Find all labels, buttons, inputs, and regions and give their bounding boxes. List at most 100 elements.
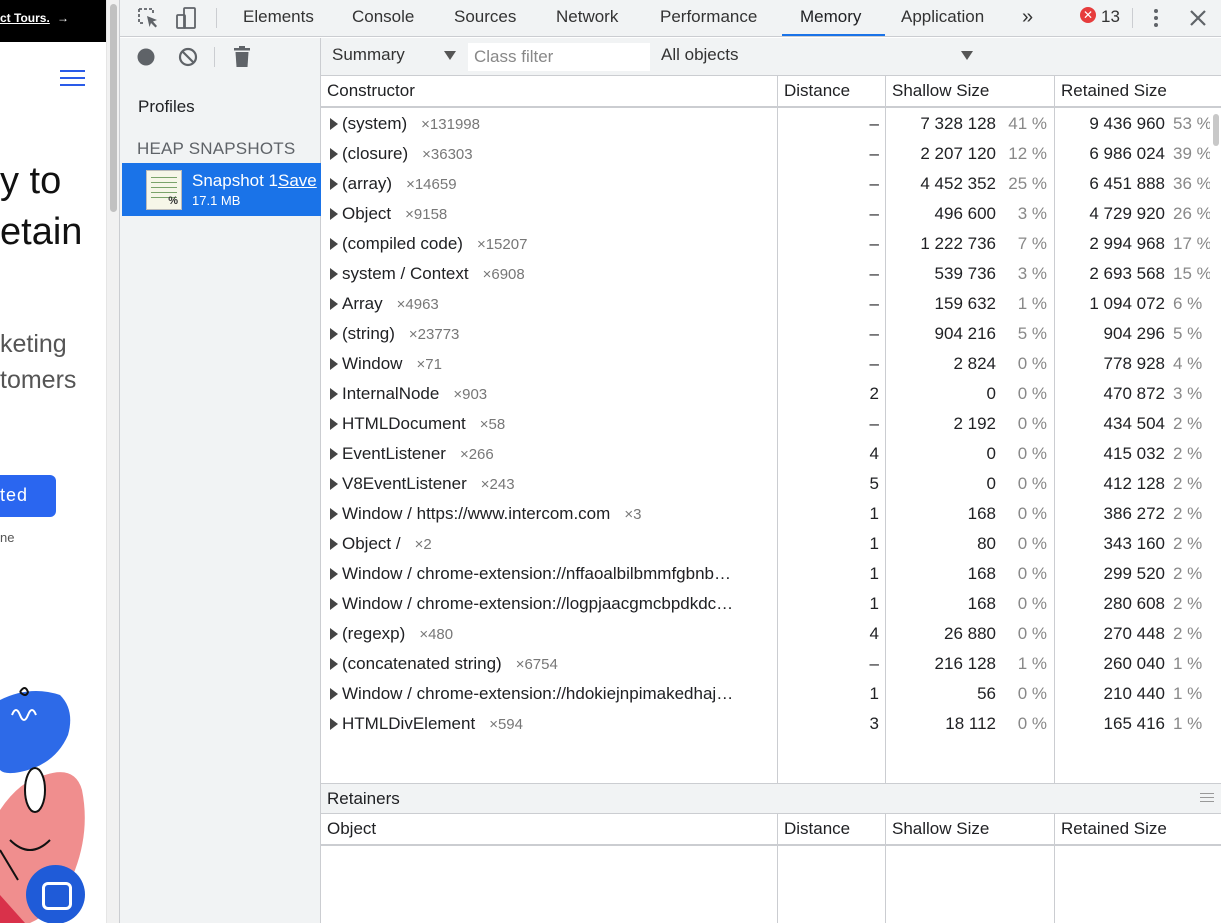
table-row[interactable]: (concatenated string) ×6754 – 216 128 1 % 260… (321, 649, 1211, 679)
table-row[interactable]: Window / chrome-extension://hdokiejnpima… (321, 679, 1211, 709)
table-row[interactable]: Object ×9158–496 600 3 % 4 729 920 26 % (321, 199, 1212, 229)
page-scrollbar[interactable] (106, 0, 119, 923)
resize-handle-icon[interactable] (1200, 793, 1214, 805)
expand-triangle-icon[interactable] (330, 388, 338, 400)
shallow-size-percent: 1 % (1017, 654, 1047, 673)
header-distance[interactable]: Distance (778, 814, 886, 844)
device-toolbar-icon[interactable] (174, 6, 198, 30)
close-icon[interactable] (1186, 6, 1210, 30)
clear-icon[interactable] (178, 47, 198, 67)
header-object[interactable]: Object (321, 814, 778, 844)
header-distance[interactable]: Distance (778, 76, 886, 106)
error-count[interactable]: 13 (1101, 0, 1120, 34)
expand-triangle-icon[interactable] (330, 628, 338, 640)
tab-network[interactable]: Network (556, 0, 618, 36)
hamburger-menu-icon[interactable] (60, 70, 85, 86)
snapshot-icon: % (146, 170, 182, 210)
table-row[interactable]: (system) ×131998–7 328 128 41 % 9 436 960 53… (321, 109, 1212, 139)
expand-triangle-icon[interactable] (330, 448, 338, 460)
expand-triangle-icon[interactable] (330, 568, 338, 580)
expand-triangle-icon[interactable] (330, 718, 338, 730)
chat-launcher-button[interactable] (26, 865, 85, 923)
shallow-size-value: 0 (986, 444, 996, 463)
expand-triangle-icon[interactable] (330, 208, 338, 220)
table-row[interactable]: Window / chrome-extension://nffaoalbilbm… (321, 559, 1211, 589)
tab-elements[interactable]: Elements (243, 0, 314, 36)
expand-triangle-icon[interactable] (330, 478, 338, 490)
constructor-label: HTMLDocument (342, 414, 466, 433)
tab-sources[interactable]: Sources (454, 0, 516, 36)
expand-triangle-icon[interactable] (330, 268, 338, 280)
table-row[interactable]: (compiled code) ×15207 – 1 222 736 7 % 2 994 … (321, 229, 1212, 259)
distance-value: 1 (869, 684, 879, 703)
expand-triangle-icon[interactable] (330, 688, 338, 700)
get-started-button[interactable]: ted (0, 475, 56, 517)
table-row[interactable]: Window / https://www.intercom.com ×3 1 168 0… (321, 499, 1211, 529)
header-constructor[interactable]: Constructor (321, 76, 778, 106)
table-row[interactable]: (string) ×23773–904 216 5 % 904 296 5 % (321, 319, 1211, 349)
page-headline-line-1: y to (0, 160, 62, 202)
class-filter-input[interactable] (468, 43, 650, 71)
distance-value: – (869, 294, 879, 313)
constructor-label: Window / chrome-extension://hdokiejnpima… (342, 684, 734, 703)
table-row[interactable]: (regexp) ×480 4 26 880 0 % 270 448 2 % (321, 619, 1211, 649)
constructor-name: (compiled code) ×15207 (342, 234, 527, 254)
table-row[interactable]: Array ×4963–159 632 1 % 1 094 072 6 % (321, 289, 1211, 319)
header-shallow-size[interactable]: Shallow Size (886, 76, 1055, 106)
header-retained-size[interactable]: Retained Size (1055, 76, 1221, 106)
header-retained-size[interactable]: Retained Size (1055, 814, 1221, 844)
table-row[interactable]: V8EventListener ×243 5 0 0 % 412 128 2 % (321, 469, 1211, 499)
table-row[interactable]: HTMLDivElement ×594 3 18 112 0 % 165 416 1 % (321, 709, 1211, 739)
table-row[interactable]: system / Context ×6908 – 539 736 3 % 2 693 56… (321, 259, 1212, 289)
expand-triangle-icon[interactable] (330, 238, 338, 250)
expand-triangle-icon[interactable] (330, 118, 338, 130)
table-row[interactable]: Window ×71–2 824 0 % 778 928 4 % (321, 349, 1211, 379)
expand-triangle-icon[interactable] (330, 658, 338, 670)
table-row[interactable]: Object / ×2 1 80 0 % 343 160 2 % (321, 529, 1211, 559)
tab-performance[interactable]: Performance (660, 0, 757, 36)
record-icon[interactable] (136, 47, 156, 67)
expand-triangle-icon[interactable] (330, 538, 338, 550)
instance-count: ×131998 (421, 116, 480, 133)
constructor-name: (array) ×14659 (342, 174, 457, 194)
expand-triangle-icon[interactable] (330, 298, 338, 310)
retained-size-value: 343 160 (1103, 534, 1165, 553)
table-row[interactable]: Window / chrome-extension://logpjaacgmcb… (321, 589, 1211, 619)
retained-size-value: 470 872 (1103, 384, 1165, 403)
tab-memory[interactable]: Memory (782, 0, 885, 36)
grid-scrollbar[interactable] (1210, 108, 1221, 783)
instance-count: ×9158 (405, 206, 448, 223)
tab-application[interactable]: Application (901, 0, 984, 36)
expand-triangle-icon[interactable] (330, 148, 338, 160)
table-row[interactable]: InternalNode ×903 2 0 0 % 470 872 3 % (321, 379, 1211, 409)
inspect-element-icon[interactable] (136, 6, 160, 30)
table-row[interactable]: HTMLDocument ×58–2 192 0 % 434 504 2 % (321, 409, 1211, 439)
table-row[interactable]: (array) ×14659–4 452 352 25 % 6 451 888 36 % (321, 169, 1212, 199)
expand-triangle-icon[interactable] (330, 508, 338, 520)
expand-triangle-icon[interactable] (330, 598, 338, 610)
kebab-menu-icon[interactable] (1144, 6, 1168, 30)
more-tabs-icon[interactable]: » (1022, 0, 1033, 36)
view-select[interactable]: Summary (332, 45, 456, 69)
instance-count: ×58 (479, 416, 506, 433)
header-shallow-size[interactable]: Shallow Size (886, 814, 1055, 844)
table-row[interactable]: EventListener ×266 4 0 0 % 415 032 2 % (321, 439, 1211, 469)
snapshot-item[interactable]: % Snapshot 1Save 17.1 MB (122, 163, 321, 216)
tab-console[interactable]: Console (352, 0, 414, 36)
table-row[interactable]: (closure) ×36303–2 207 120 12 % 6 986 024 39… (321, 139, 1212, 169)
topbar-link[interactable]: ct Tours. (0, 11, 50, 25)
shallow-size-percent: 0 % (1017, 474, 1047, 493)
trash-icon[interactable] (233, 46, 251, 68)
expand-triangle-icon[interactable] (330, 418, 338, 430)
memory-main: Summary All objects Constructor Distance… (321, 38, 1221, 923)
expand-triangle-icon[interactable] (330, 328, 338, 340)
save-link[interactable]: Save (278, 171, 317, 190)
expand-triangle-icon[interactable] (330, 178, 338, 190)
objects-select[interactable]: All objects (661, 45, 973, 69)
distance-value: 2 (869, 384, 879, 403)
expand-triangle-icon[interactable] (330, 358, 338, 370)
constructor-name: (string) ×23773 (342, 324, 459, 344)
snapshot-size: 17.1 MB (192, 193, 241, 208)
error-icon[interactable]: ✕ (1080, 7, 1096, 23)
heap-toolbar: Summary All objects (321, 38, 1221, 76)
